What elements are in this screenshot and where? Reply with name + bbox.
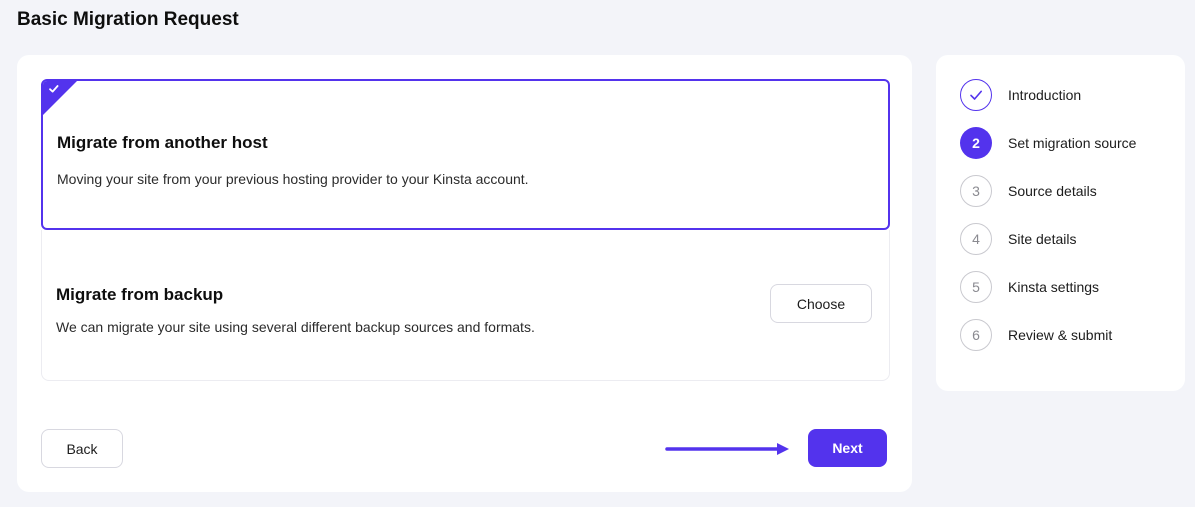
step-number: 4 [960,223,992,255]
step-number: 5 [960,271,992,303]
step-label: Review & submit [1008,327,1113,343]
option-migrate-from-host[interactable]: Migrate from another host Moving your si… [41,79,890,230]
next-button[interactable]: Next [808,429,887,467]
step-label: Introduction [1008,87,1082,103]
option-migrate-from-backup: Migrate from backup We can migrate your … [41,230,890,381]
check-icon [970,90,982,100]
step-set-migration-source: 2 Set migration source [960,127,1136,159]
step-kinsta-settings: 5 Kinsta settings [960,271,1099,303]
step-label: Site details [1008,231,1077,247]
step-label: Kinsta settings [1008,279,1100,295]
step-indicator [960,79,992,111]
option-title: Migrate from another host [57,133,268,152]
step-number: 6 [960,319,992,351]
page-title: Basic Migration Request [17,9,239,30]
choose-button[interactable]: Choose [770,284,872,323]
check-icon [49,85,59,93]
arrow-right-icon [665,443,789,455]
step-label: Set migration source [1008,135,1137,151]
option-description: We can migrate your site using several d… [56,319,535,335]
step-source-details: 3 Source details [960,175,1097,207]
option-description: Moving your site from your previous host… [57,171,529,187]
step-introduction: Introduction [960,79,1081,111]
steps-sidebar: Introduction 2 Set migration source 3 So… [936,55,1185,391]
step-review-submit: 6 Review & submit [960,319,1112,351]
step-number: 3 [960,175,992,207]
step-number: 2 [960,127,992,159]
step-label: Source details [1008,183,1097,199]
migration-options-card: Migrate from another host Moving your si… [17,55,912,492]
option-title: Migrate from backup [56,285,224,304]
step-site-details: 4 Site details [960,223,1076,255]
back-button[interactable]: Back [41,429,123,468]
